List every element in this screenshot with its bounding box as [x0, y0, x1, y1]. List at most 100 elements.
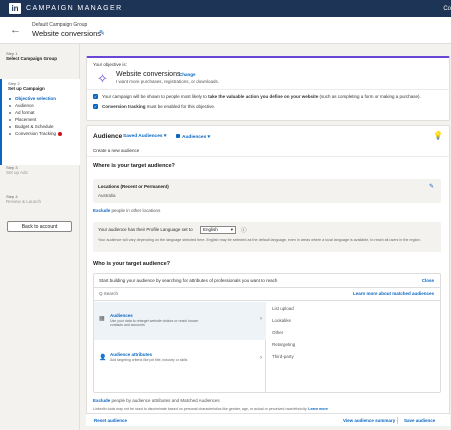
learn-more-matched-link[interactable]: Learn more about matched audiences: [353, 291, 434, 296]
chevron-right-icon: ›: [260, 355, 262, 361]
who-question: Who is your target audience?: [93, 261, 171, 267]
substep-budget[interactable]: Budget & Schedule: [15, 124, 54, 129]
exclude-locations-text: people in other locations: [111, 208, 161, 213]
objective-title: Website conversions: [116, 71, 181, 78]
audiences-icon: ▦: [99, 316, 105, 322]
check2-post: must be enabled for this objective.: [146, 104, 216, 109]
save-audience-button[interactable]: Save audience: [404, 418, 435, 423]
step-1[interactable]: Step 1 Select Campaign Group: [0, 51, 80, 61]
campaign-title: Website conversions: [32, 29, 102, 38]
language-value: English: [203, 227, 218, 232]
language-note: Your audience will vary depending on the…: [98, 238, 421, 242]
builder-header: Start building your audience by searchin…: [94, 274, 440, 288]
step-4-title: Review & Launch: [6, 199, 42, 204]
person-icon: 👤: [99, 355, 107, 361]
where-question: Where is your target audience?: [93, 163, 175, 169]
matched-third-party[interactable]: Third-party: [272, 354, 294, 359]
lightbulb-icon[interactable]: 💡: [433, 131, 443, 140]
step-2-title: Set up Campaign: [8, 86, 45, 91]
account-menu[interactable]: Co: [443, 6, 451, 12]
step-4: Step 4 Review & Launch: [0, 194, 80, 204]
matched-other[interactable]: Other: [272, 330, 283, 335]
option-audience-attributes[interactable]: 👤 Audience attributes Add targeting crit…: [94, 340, 266, 380]
substep-conversion-label: Conversion Tracking: [15, 131, 57, 136]
close-builder-link[interactable]: Close: [422, 278, 434, 283]
substep-ad-format[interactable]: Ad format: [15, 110, 35, 115]
bullet-icon: [9, 133, 11, 135]
info-icon[interactable]: ⓘ: [241, 226, 247, 234]
main-content: Your objective is: ✧ Website conversions…: [86, 44, 451, 430]
check2-bold: Conversion tracking: [102, 104, 146, 109]
objective-card: Your objective is: ✧ Website conversions…: [86, 56, 451, 121]
matched-retargeting[interactable]: Retargeting: [272, 342, 295, 347]
matched-list-upload[interactable]: List upload: [272, 306, 294, 311]
audiences-dropdown-label: Audiences ▾: [182, 135, 210, 140]
option-audiences-title: Audiences: [110, 313, 133, 318]
substep-objective[interactable]: Objective selection: [15, 96, 56, 101]
audiences-dropdown[interactable]: Audiences ▾: [176, 134, 210, 140]
option-attributes-desc: Add targeting criteria like job title, i…: [110, 358, 188, 362]
edit-locations-icon[interactable]: ✎: [429, 183, 434, 190]
audience-card: Audience Saved Audiences ▾ Audiences ▾ 💡…: [86, 125, 451, 425]
change-objective-link[interactable]: Change: [179, 72, 196, 77]
substep-audience[interactable]: Audience: [15, 103, 34, 108]
option-audiences-desc: Use your data to retarget website visito…: [110, 319, 199, 328]
step-1-title: Select Campaign Group: [6, 56, 58, 61]
divider: [87, 89, 451, 90]
builder-search-row: Q Search Learn more about matched audien…: [94, 288, 440, 301]
option-attributes-title: Audience attributes: [110, 352, 153, 357]
exclude-attributes: Exclude people by audience attributes an…: [93, 398, 220, 403]
matched-lookalike[interactable]: Lookalike: [272, 318, 291, 323]
reset-audience-button[interactable]: Reset audience: [94, 418, 127, 423]
bullet-icon: [9, 105, 11, 107]
linkedin-small-icon: [176, 134, 180, 138]
builder-categories: ▦ Audiences Use your data to retarget we…: [94, 302, 266, 392]
brand-name: CAMPAIGN MANAGER: [26, 5, 123, 12]
steps-sidebar: Step 1 Select Campaign Group Step 2 Set …: [0, 44, 80, 430]
objective-description: I want more purchases, registrations, or…: [116, 79, 220, 84]
campaign-header: ← Default Campaign Group Website convers…: [0, 17, 451, 44]
bullet-icon: [9, 112, 11, 114]
check1-post: (such as completing a form or making a p…: [319, 94, 421, 99]
step-2: Step 2 Set up Campaign Objective selecti…: [0, 79, 80, 165]
view-summary-button[interactable]: View audience summary: [343, 418, 395, 423]
chevron-right-icon: ›: [260, 316, 262, 322]
exclude-attributes-link[interactable]: Exclude: [93, 398, 110, 403]
option-audiences[interactable]: ▦ Audiences Use your data to retarget we…: [94, 302, 266, 340]
audience-footer: Reset audience View audience summary Sav…: [86, 413, 450, 426]
locations-box: Locations (Recent or Permanent) Australi…: [93, 179, 441, 203]
disclaimer: LinkedIn tools may not be used to discri…: [93, 407, 328, 411]
substep-placement[interactable]: Placement: [15, 117, 36, 122]
exclude-attributes-text: people by audience attributes and Matche…: [111, 398, 220, 403]
top-bar: in CAMPAIGN MANAGER Co: [0, 0, 451, 17]
check1-pre: Your campaign will be shown to people mo…: [102, 94, 207, 99]
audience-builder: Start building your audience by searchin…: [93, 273, 441, 393]
disclaimer-learn-more-link[interactable]: Learn more: [308, 407, 328, 411]
back-arrow-icon[interactable]: ←: [10, 24, 21, 36]
locations-label: Locations (Recent or Permanent): [98, 184, 169, 189]
back-to-account-button[interactable]: Back to account: [7, 221, 72, 232]
dropdown-arrow-icon: ▾: [230, 227, 233, 232]
divider: [397, 417, 398, 424]
exclude-locations-link[interactable]: Exclude: [93, 208, 110, 213]
create-new-audience-label: Create a new audience: [93, 148, 140, 153]
substep-conversion-tracking[interactable]: Conversion Tracking: [15, 131, 63, 136]
warning-icon: [58, 131, 63, 136]
attribute-search-input[interactable]: Q Search: [99, 291, 118, 296]
checkmark-icon: ✓: [93, 94, 98, 100]
bullet-icon: [9, 98, 11, 100]
audience-heading: Audience: [93, 133, 123, 140]
objective-label: Your objective is:: [93, 62, 127, 67]
bullet-icon: [9, 119, 11, 121]
language-box: Your audience has their Profile Language…: [93, 222, 441, 252]
language-select[interactable]: English ▾: [200, 226, 236, 234]
sparkle-target-icon: ✧: [97, 71, 108, 86]
objective-check-2: ✓ Conversion tracking must be enabled for…: [93, 104, 216, 110]
saved-audiences-dropdown[interactable]: Saved Audiences ▾: [123, 134, 166, 139]
linkedin-logo[interactable]: in: [9, 3, 21, 14]
step-3: Step 3 Set up Ads: [0, 165, 80, 175]
check1-bold: take the valuable action you define on y…: [208, 94, 319, 99]
edit-pencil-icon[interactable]: ✎: [99, 29, 105, 37]
locations-value: Australia: [98, 193, 116, 198]
disclaimer-text: LinkedIn tools may not be used to discri…: [93, 407, 308, 411]
